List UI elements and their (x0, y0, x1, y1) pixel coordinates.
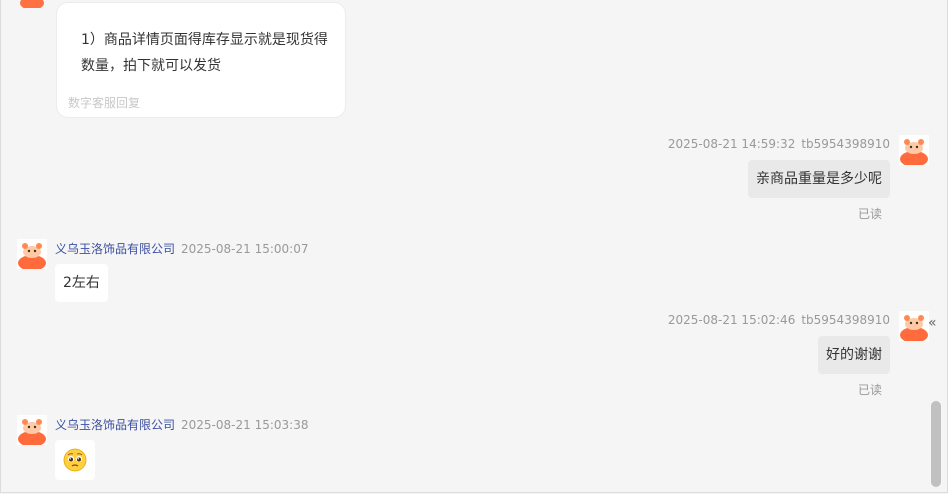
shop-avatar (17, 415, 47, 445)
digital-service-reply-card: 1）商品详情页面得库存显示就是现货得数量，拍下就可以发货 数字客服回复 (56, 2, 346, 118)
reply-card-footer: 数字客服回复 (68, 96, 141, 110)
customer-avatar (899, 311, 929, 341)
customer-avatar (899, 135, 929, 165)
agent-message-bubble: 2左右 (55, 264, 108, 302)
read-status: 已读 (858, 207, 883, 221)
message-meta: 2025-08-21 14:59:32 tb5954398910 (668, 137, 890, 151)
message-meta: 2025-08-21 15:02:46 tb5954398910 (668, 313, 890, 327)
customer-message-bubble: 亲商品重量是多少呢 (748, 160, 890, 198)
shop-name[interactable]: 义乌玉洛饰品有限公司 (55, 242, 175, 256)
customer-id: tb5954398910 (801, 313, 890, 327)
agent-avatar-top (17, 0, 47, 8)
message-time: 2025-08-21 15:02:46 (667, 313, 796, 327)
message-meta: 义乌玉洛饰品有限公司 2025-08-21 15:03:38 (55, 416, 308, 433)
read-status: 已读 (858, 383, 883, 397)
customer-id: tb5954398910 (801, 137, 890, 151)
customer-message-bubble: 好的谢谢 (818, 336, 890, 374)
message-time: 2025-08-21 15:03:38 (181, 418, 309, 432)
emoji-message-bubble (55, 440, 95, 480)
message-time: 2025-08-21 14:59:32 (667, 137, 796, 151)
collapse-panel-icon[interactable]: « (928, 315, 937, 331)
shop-avatar (17, 239, 47, 269)
message-time: 2025-08-21 15:00:07 (181, 242, 309, 256)
reply-card-text: 1）商品详情页面得库存显示就是现货得数量，拍下就可以发货 (81, 32, 328, 74)
message-meta: 义乌玉洛饰品有限公司 2025-08-21 15:00:07 (55, 240, 308, 257)
pleading-face-emoji-icon (63, 448, 87, 472)
scrollbar-thumb[interactable] (931, 401, 941, 487)
shop-name[interactable]: 义乌玉洛饰品有限公司 (55, 418, 175, 432)
